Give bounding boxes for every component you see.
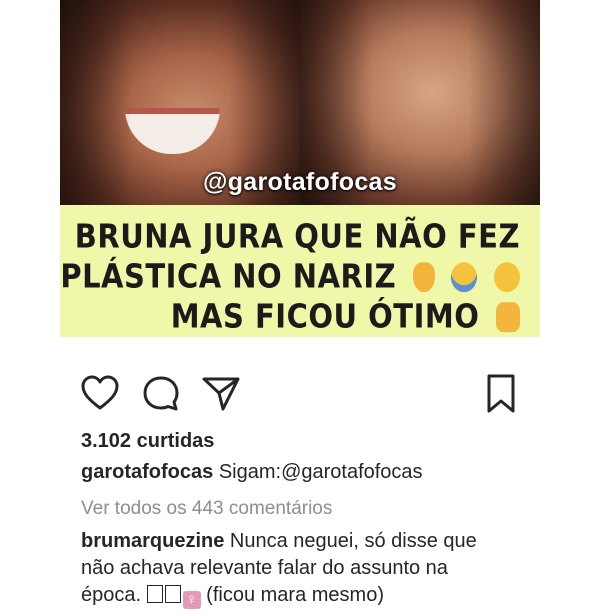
top-comment: brumarquezine Nunca neguei, só disse que… [81, 528, 511, 609]
headline-box: BRUNA JURA QUE NÃO FEZ PLÁSTICA NO NARIZ… [60, 205, 540, 337]
woozy-face-emoji-icon [494, 262, 520, 293]
female-sign-icon: ♀ [182, 591, 201, 609]
heart-icon[interactable] [80, 372, 120, 416]
nose-emoji-icon [412, 262, 435, 293]
post-caption: garotafofocas Sigam:@garotafofocas [81, 461, 423, 484]
likes-count[interactable]: 3.102 curtidas [81, 430, 214, 453]
headline-text-3: MAS FICOU ÓTIMO [170, 296, 480, 336]
comment-trailing-text: (ficou mara mesmo) [200, 584, 384, 606]
post-image[interactable]: @garotafofocas BRUNA JURA QUE NÃO FEZ PL… [60, 0, 540, 337]
comment-username[interactable]: brumarquezine [81, 530, 224, 552]
screaming-face-emoji-icon [451, 262, 478, 293]
action-bar [80, 372, 520, 420]
caption-username[interactable]: garotafofocas [81, 461, 213, 483]
smile-graphic [125, 108, 220, 154]
headline-line-1: BRUNA JURA QUE NÃO FEZ [60, 216, 520, 255]
image-handle-overlay: @garotafofocas [203, 168, 397, 196]
caption-mention[interactable]: @garotafofocas [281, 461, 423, 483]
headline-line-2: PLÁSTICA NO NARIZ [60, 256, 520, 296]
headline-line-3: MAS FICOU ÓTIMO [60, 296, 520, 336]
clapping-emoji-icon-2 [164, 585, 181, 603]
headline-text-1: BRUNA JURA QUE NÃO FEZ [74, 216, 520, 256]
caption-text: Sigam: [218, 461, 282, 483]
clapping-emoji-icon [146, 585, 163, 603]
view-all-comments-link[interactable]: Ver todos os 443 comentários [81, 498, 332, 520]
comment-icon[interactable] [141, 372, 181, 416]
headline-text-2: PLÁSTICA NO NARIZ [60, 256, 397, 296]
share-icon[interactable] [201, 372, 241, 416]
bookmark-icon[interactable] [481, 372, 521, 416]
thumbs-up-emoji-icon [496, 302, 520, 333]
